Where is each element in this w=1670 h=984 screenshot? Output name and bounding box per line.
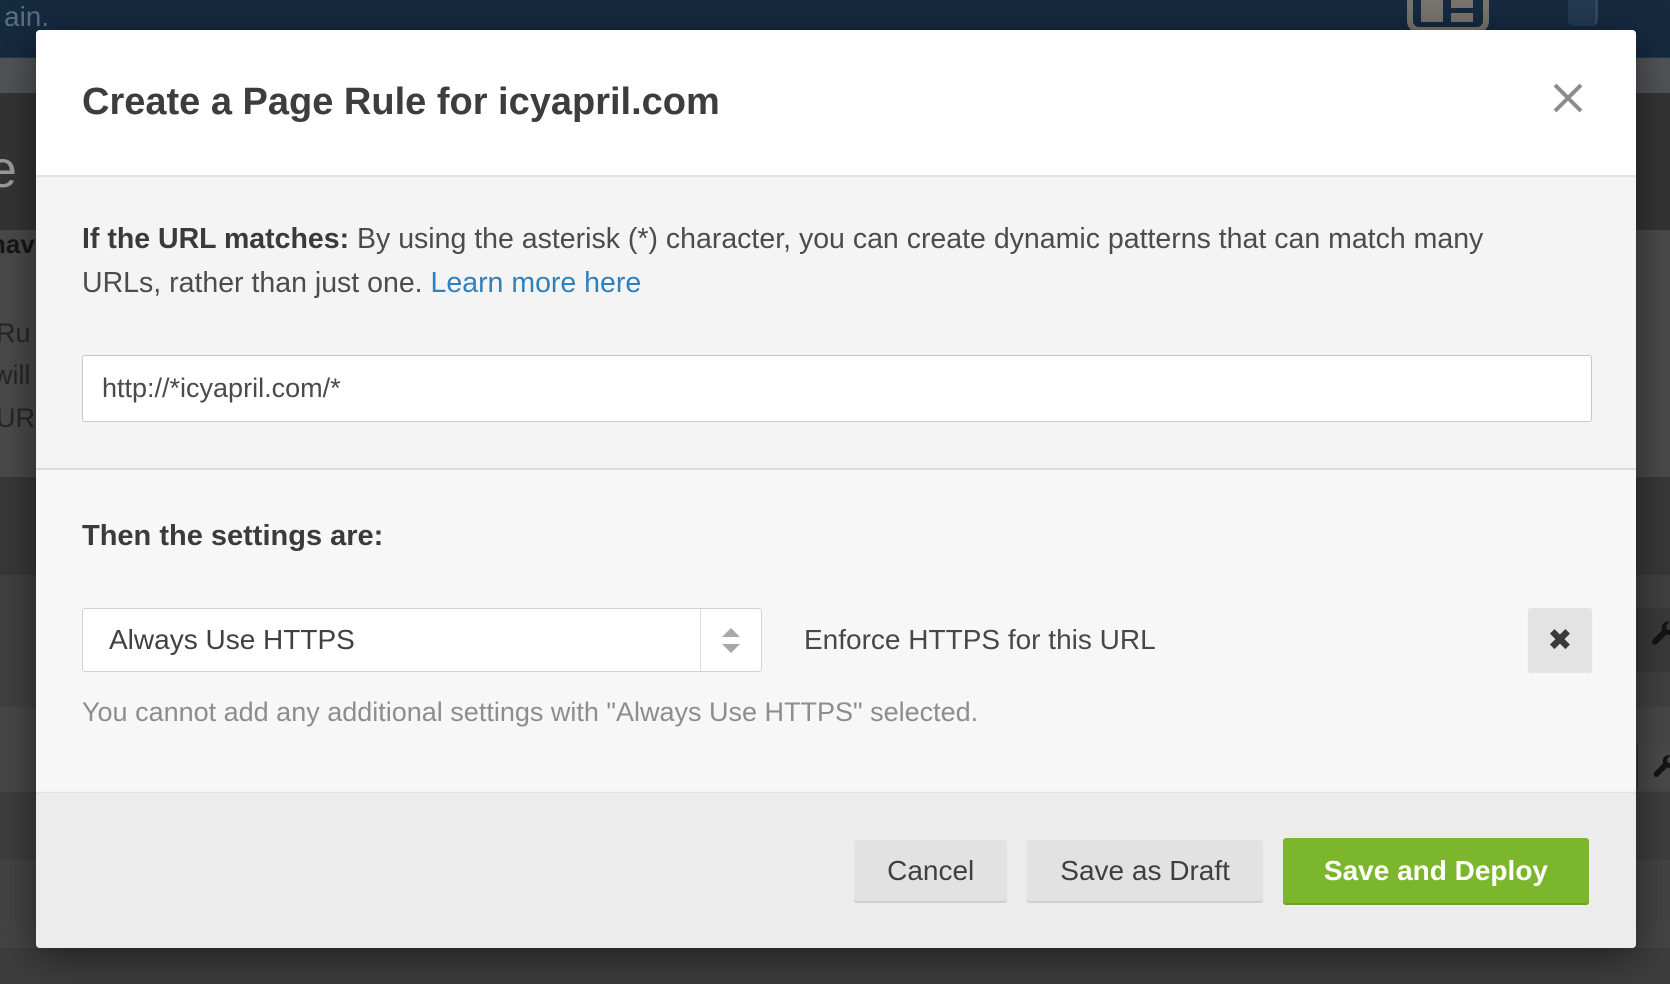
create-page-rule-modal: Create a Page Rule for icyapril.com If t… xyxy=(36,30,1636,948)
save-as-draft-button[interactable]: Save as Draft xyxy=(1027,840,1263,901)
domain-text-fragment: ain. xyxy=(4,1,49,33)
url-match-section: If the URL matches: By using the asteris… xyxy=(36,177,1636,470)
url-match-description: If the URL matches: By using the asteris… xyxy=(82,217,1562,305)
wrench-icon xyxy=(1650,752,1670,780)
select-stepper-icon[interactable] xyxy=(700,609,761,671)
setting-select-value: Always Use HTTPS xyxy=(83,624,355,656)
close-icon[interactable] xyxy=(1550,80,1586,116)
chevron-down-icon xyxy=(722,644,740,653)
chevron-up-icon xyxy=(722,628,740,637)
setting-select[interactable]: Always Use HTTPS xyxy=(82,608,762,672)
setting-description: Enforce HTTPS for this URL xyxy=(804,624,1156,656)
learn-more-link[interactable]: Learn more here xyxy=(431,267,642,299)
settings-heading: Then the settings are: xyxy=(82,520,1592,553)
page-strip xyxy=(0,948,1670,984)
background-text-fragment: will xyxy=(0,360,31,391)
setting-row: Always Use HTTPS Enforce HTTPS for this … xyxy=(82,608,1592,672)
dashboard-icon xyxy=(1406,0,1490,34)
background-text-fragment: Ru xyxy=(0,318,31,349)
background-text-fragment: nav xyxy=(0,229,35,260)
modal-header: Create a Page Rule for icyapril.com xyxy=(36,30,1636,177)
url-pattern-input[interactable] xyxy=(82,355,1592,422)
partial-header-icon xyxy=(1568,0,1598,26)
wrench-icon xyxy=(1648,618,1670,648)
settings-section: Then the settings are: Always Use HTTPS … xyxy=(36,470,1636,790)
remove-setting-button[interactable]: ✖ xyxy=(1528,608,1592,672)
save-and-deploy-button[interactable]: Save and Deploy xyxy=(1283,838,1589,903)
background-heading-fragment: e xyxy=(0,140,17,200)
setting-helper-text: You cannot add any additional settings w… xyxy=(82,697,1592,728)
remove-x-icon: ✖ xyxy=(1547,623,1572,658)
background-text-fragment: UR xyxy=(0,403,35,434)
cancel-button[interactable]: Cancel xyxy=(854,840,1007,901)
modal-footer: Cancel Save as Draft Save and Deploy xyxy=(36,792,1636,948)
url-match-label: If the URL matches: xyxy=(82,223,349,255)
modal-title: Create a Page Rule for icyapril.com xyxy=(82,81,720,124)
